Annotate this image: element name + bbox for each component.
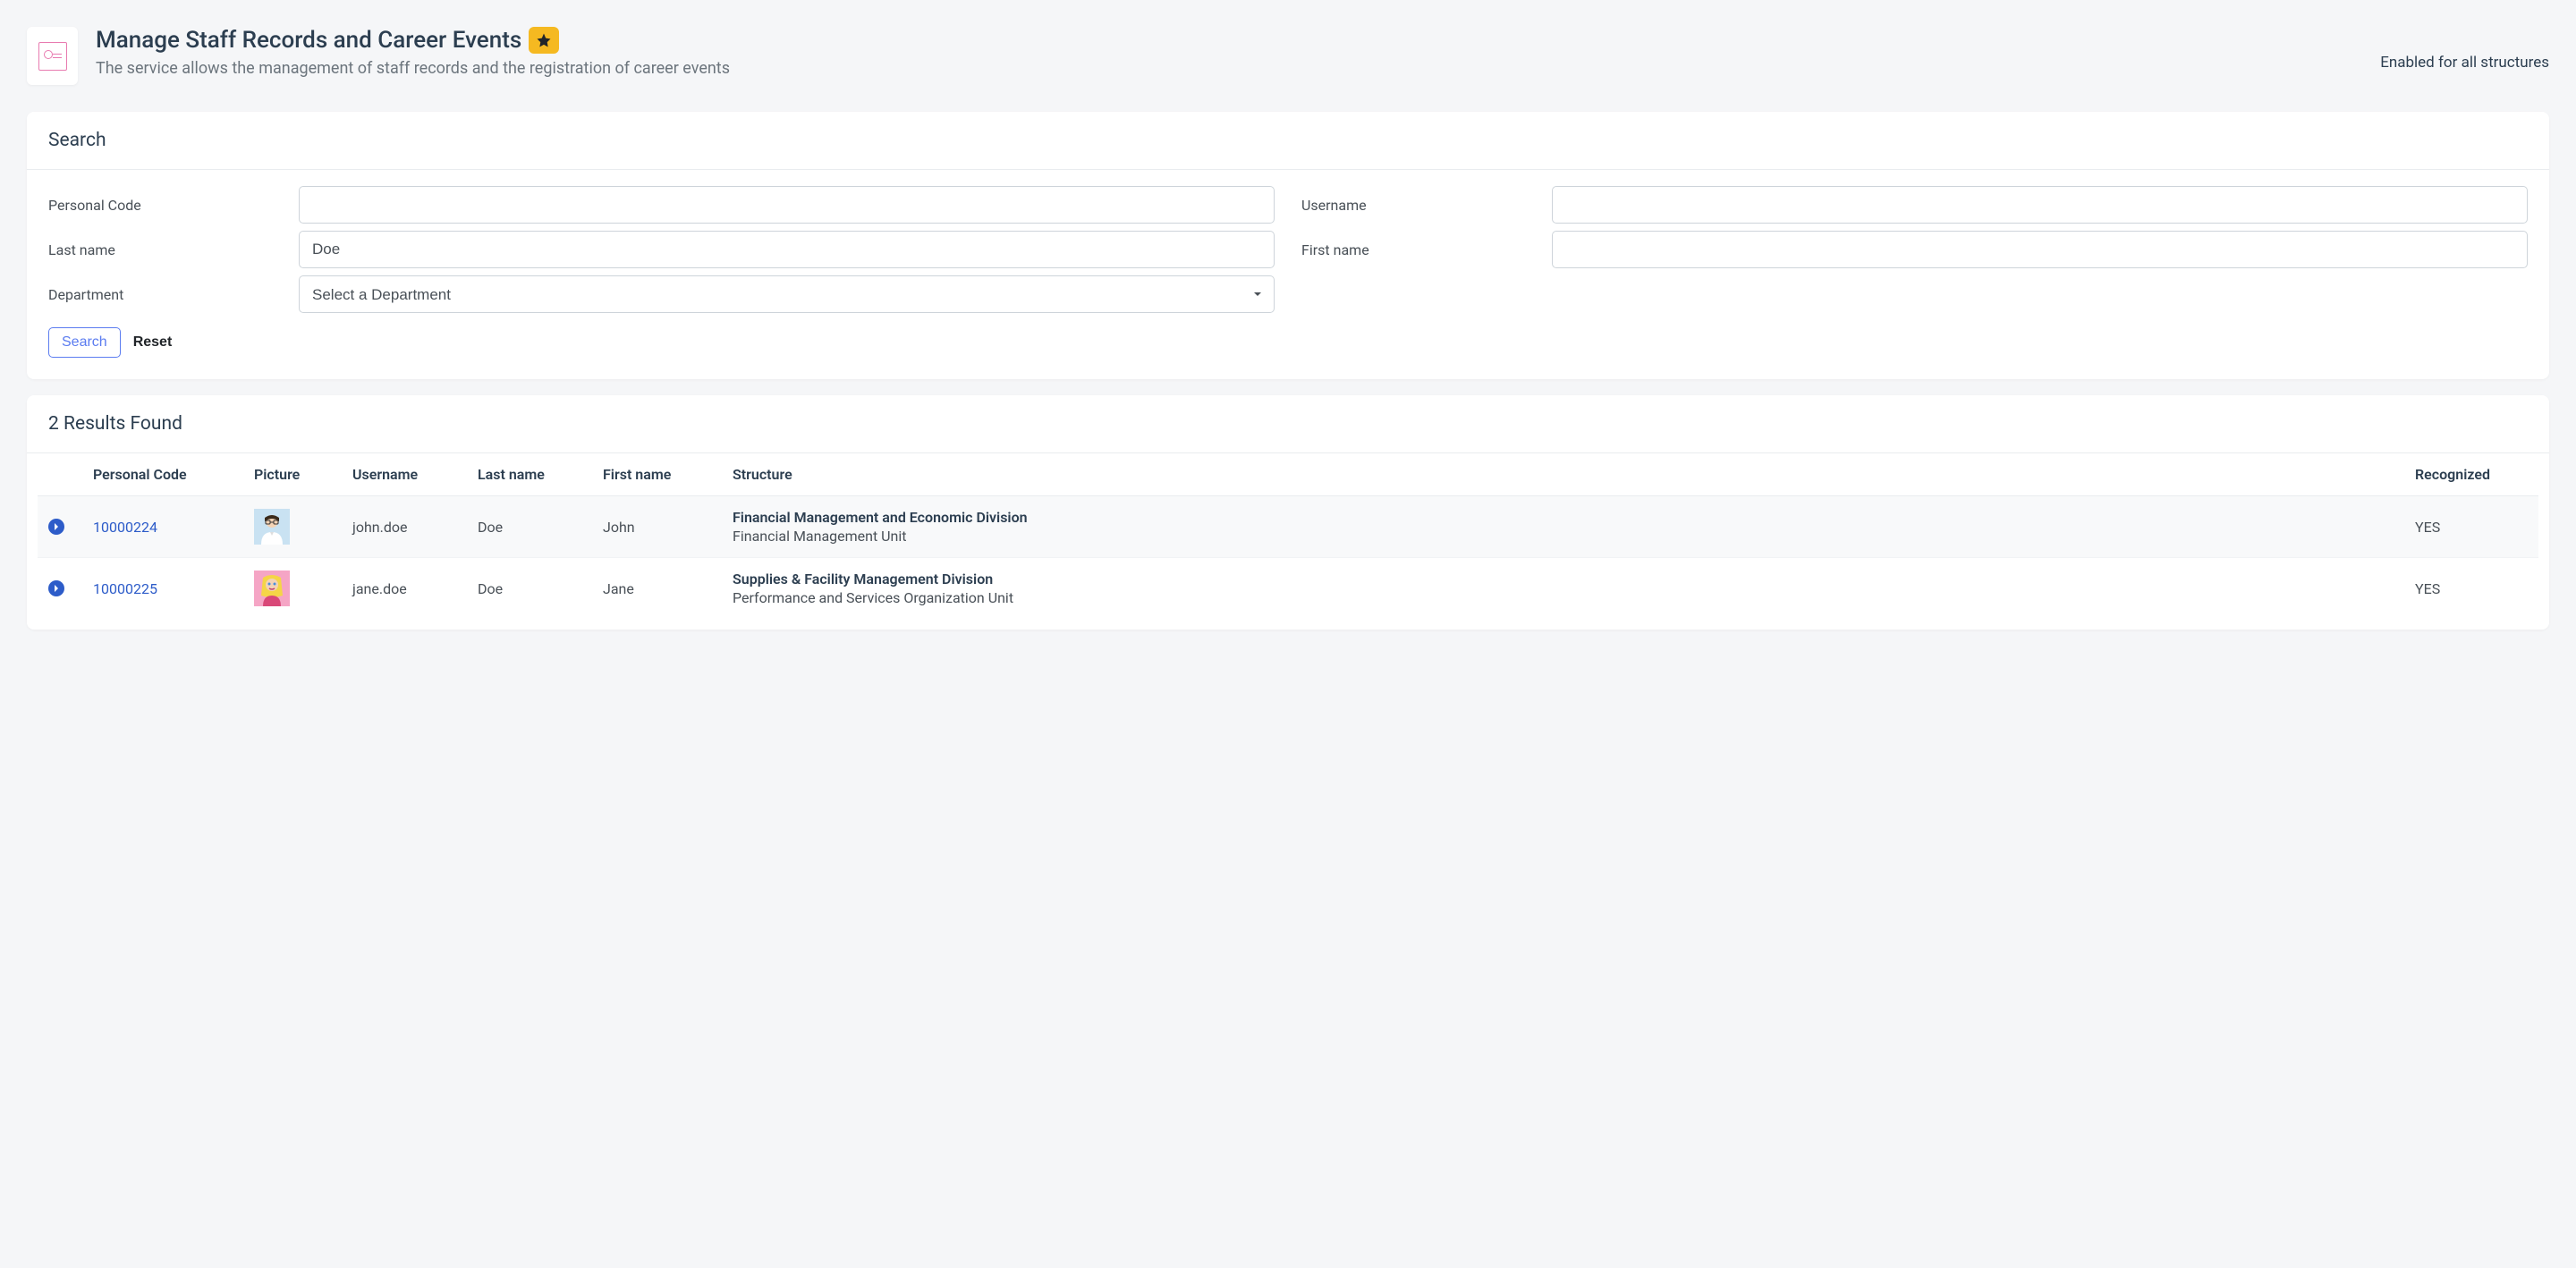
structure-cell: Supplies & Facility Management Division … (722, 558, 2404, 620)
form-group-first-name: First name (1301, 231, 2528, 268)
col-expand-header (38, 453, 82, 496)
form-group-last-name: Last name (48, 231, 1275, 268)
table-row: 10000225 (38, 558, 2538, 620)
avatar-icon (254, 509, 290, 545)
department-select[interactable]: Select a Department (299, 275, 1275, 313)
structure-sub: Financial Management Unit (733, 528, 2394, 545)
page-header: Manage Staff Records and Career Events T… (0, 0, 2576, 112)
structure-main: Financial Management and Economic Divisi… (733, 509, 2394, 526)
username-cell: jane.doe (342, 558, 467, 620)
last-name-label: Last name (48, 234, 299, 266)
col-personal-code-header: Personal Code (82, 453, 243, 496)
first-name-cell: Jane (592, 558, 722, 620)
service-icon-box (27, 27, 78, 85)
first-name-input[interactable] (1552, 231, 2528, 268)
recognized-cell: YES (2404, 496, 2538, 558)
username-input[interactable] (1552, 186, 2528, 224)
last-name-cell: Doe (467, 558, 592, 620)
form-group-department: Department Select a Department (48, 275, 1275, 313)
form-row-3: Department Select a Department (48, 275, 2528, 313)
search-button[interactable]: Search (48, 327, 121, 358)
results-title: 2 Results Found (48, 413, 2528, 435)
form-actions: Search Reset (48, 327, 2528, 358)
col-recognized-header: Recognized (2404, 453, 2538, 496)
reset-button[interactable]: Reset (133, 334, 173, 351)
search-card-body: Personal Code Username Last name First n… (27, 170, 2549, 379)
last-name-cell: Doe (467, 496, 592, 558)
expand-row-button[interactable] (48, 519, 64, 535)
table-wrap: Personal Code Picture Username Last name… (27, 453, 2549, 630)
col-username-header: Username (342, 453, 467, 496)
results-table: Personal Code Picture Username Last name… (38, 453, 2538, 619)
personal-code-cell: 10000224 (82, 496, 243, 558)
header-left: Manage Staff Records and Career Events T… (27, 27, 730, 85)
page-subtitle: The service allows the management of sta… (96, 59, 730, 78)
personal-code-cell: 10000225 (82, 558, 243, 620)
personal-code-link[interactable]: 10000224 (93, 519, 157, 536)
results-table-head: Personal Code Picture Username Last name… (38, 453, 2538, 496)
department-label: Department (48, 279, 299, 310)
personal-code-link[interactable]: 10000225 (93, 580, 157, 597)
expand-cell (38, 496, 82, 558)
structure-main: Supplies & Facility Management Division (733, 571, 2394, 588)
expand-cell (38, 558, 82, 620)
form-group-personal-code: Personal Code (48, 186, 1275, 224)
col-last-name-header: Last name (467, 453, 592, 496)
results-card: 2 Results Found Personal Code Picture Us… (27, 395, 2549, 630)
header-text: Manage Staff Records and Career Events T… (96, 27, 730, 78)
results-header: 2 Results Found (27, 395, 2549, 453)
page-title: Manage Staff Records and Career Events (96, 27, 521, 54)
expand-row-button[interactable] (48, 580, 64, 596)
col-picture-header: Picture (243, 453, 342, 496)
star-icon (536, 32, 552, 48)
header-title-row: Manage Staff Records and Career Events (96, 27, 730, 54)
structure-cell: Financial Management and Economic Divisi… (722, 496, 2404, 558)
avatar-icon (254, 571, 290, 606)
form-group-username: Username (1301, 186, 2528, 224)
last-name-input[interactable] (299, 231, 1275, 268)
avatar (254, 571, 290, 606)
username-label: Username (1301, 190, 1552, 221)
col-structure-header: Structure (722, 453, 2404, 496)
picture-cell (243, 558, 342, 620)
form-group-empty (1301, 275, 2528, 313)
structure-sub: Performance and Services Organization Un… (733, 589, 2394, 606)
chevron-right-icon (53, 585, 60, 592)
results-table-body: 10000224 (38, 496, 2538, 620)
results-header-row: Personal Code Picture Username Last name… (38, 453, 2538, 496)
chevron-right-icon (53, 523, 60, 530)
first-name-label: First name (1301, 234, 1552, 266)
search-card: Search Personal Code Username Last name (27, 112, 2549, 379)
personal-code-input[interactable] (299, 186, 1275, 224)
recognized-cell: YES (2404, 558, 2538, 620)
table-row: 10000224 (38, 496, 2538, 558)
picture-cell (243, 496, 342, 558)
form-row-1: Personal Code Username (48, 186, 2528, 224)
avatar (254, 509, 290, 545)
form-row-2: Last name First name (48, 231, 2528, 268)
main-container: Search Personal Code Username Last name (0, 112, 2576, 672)
first-name-cell: John (592, 496, 722, 558)
id-card-icon (38, 42, 67, 71)
scope-label: Enabled for all structures (2380, 27, 2549, 72)
personal-code-label: Personal Code (48, 190, 299, 221)
col-first-name-header: First name (592, 453, 722, 496)
search-card-title: Search (48, 130, 2528, 151)
username-cell: john.doe (342, 496, 467, 558)
search-card-header: Search (27, 112, 2549, 170)
favorite-star-badge[interactable] (529, 27, 559, 54)
